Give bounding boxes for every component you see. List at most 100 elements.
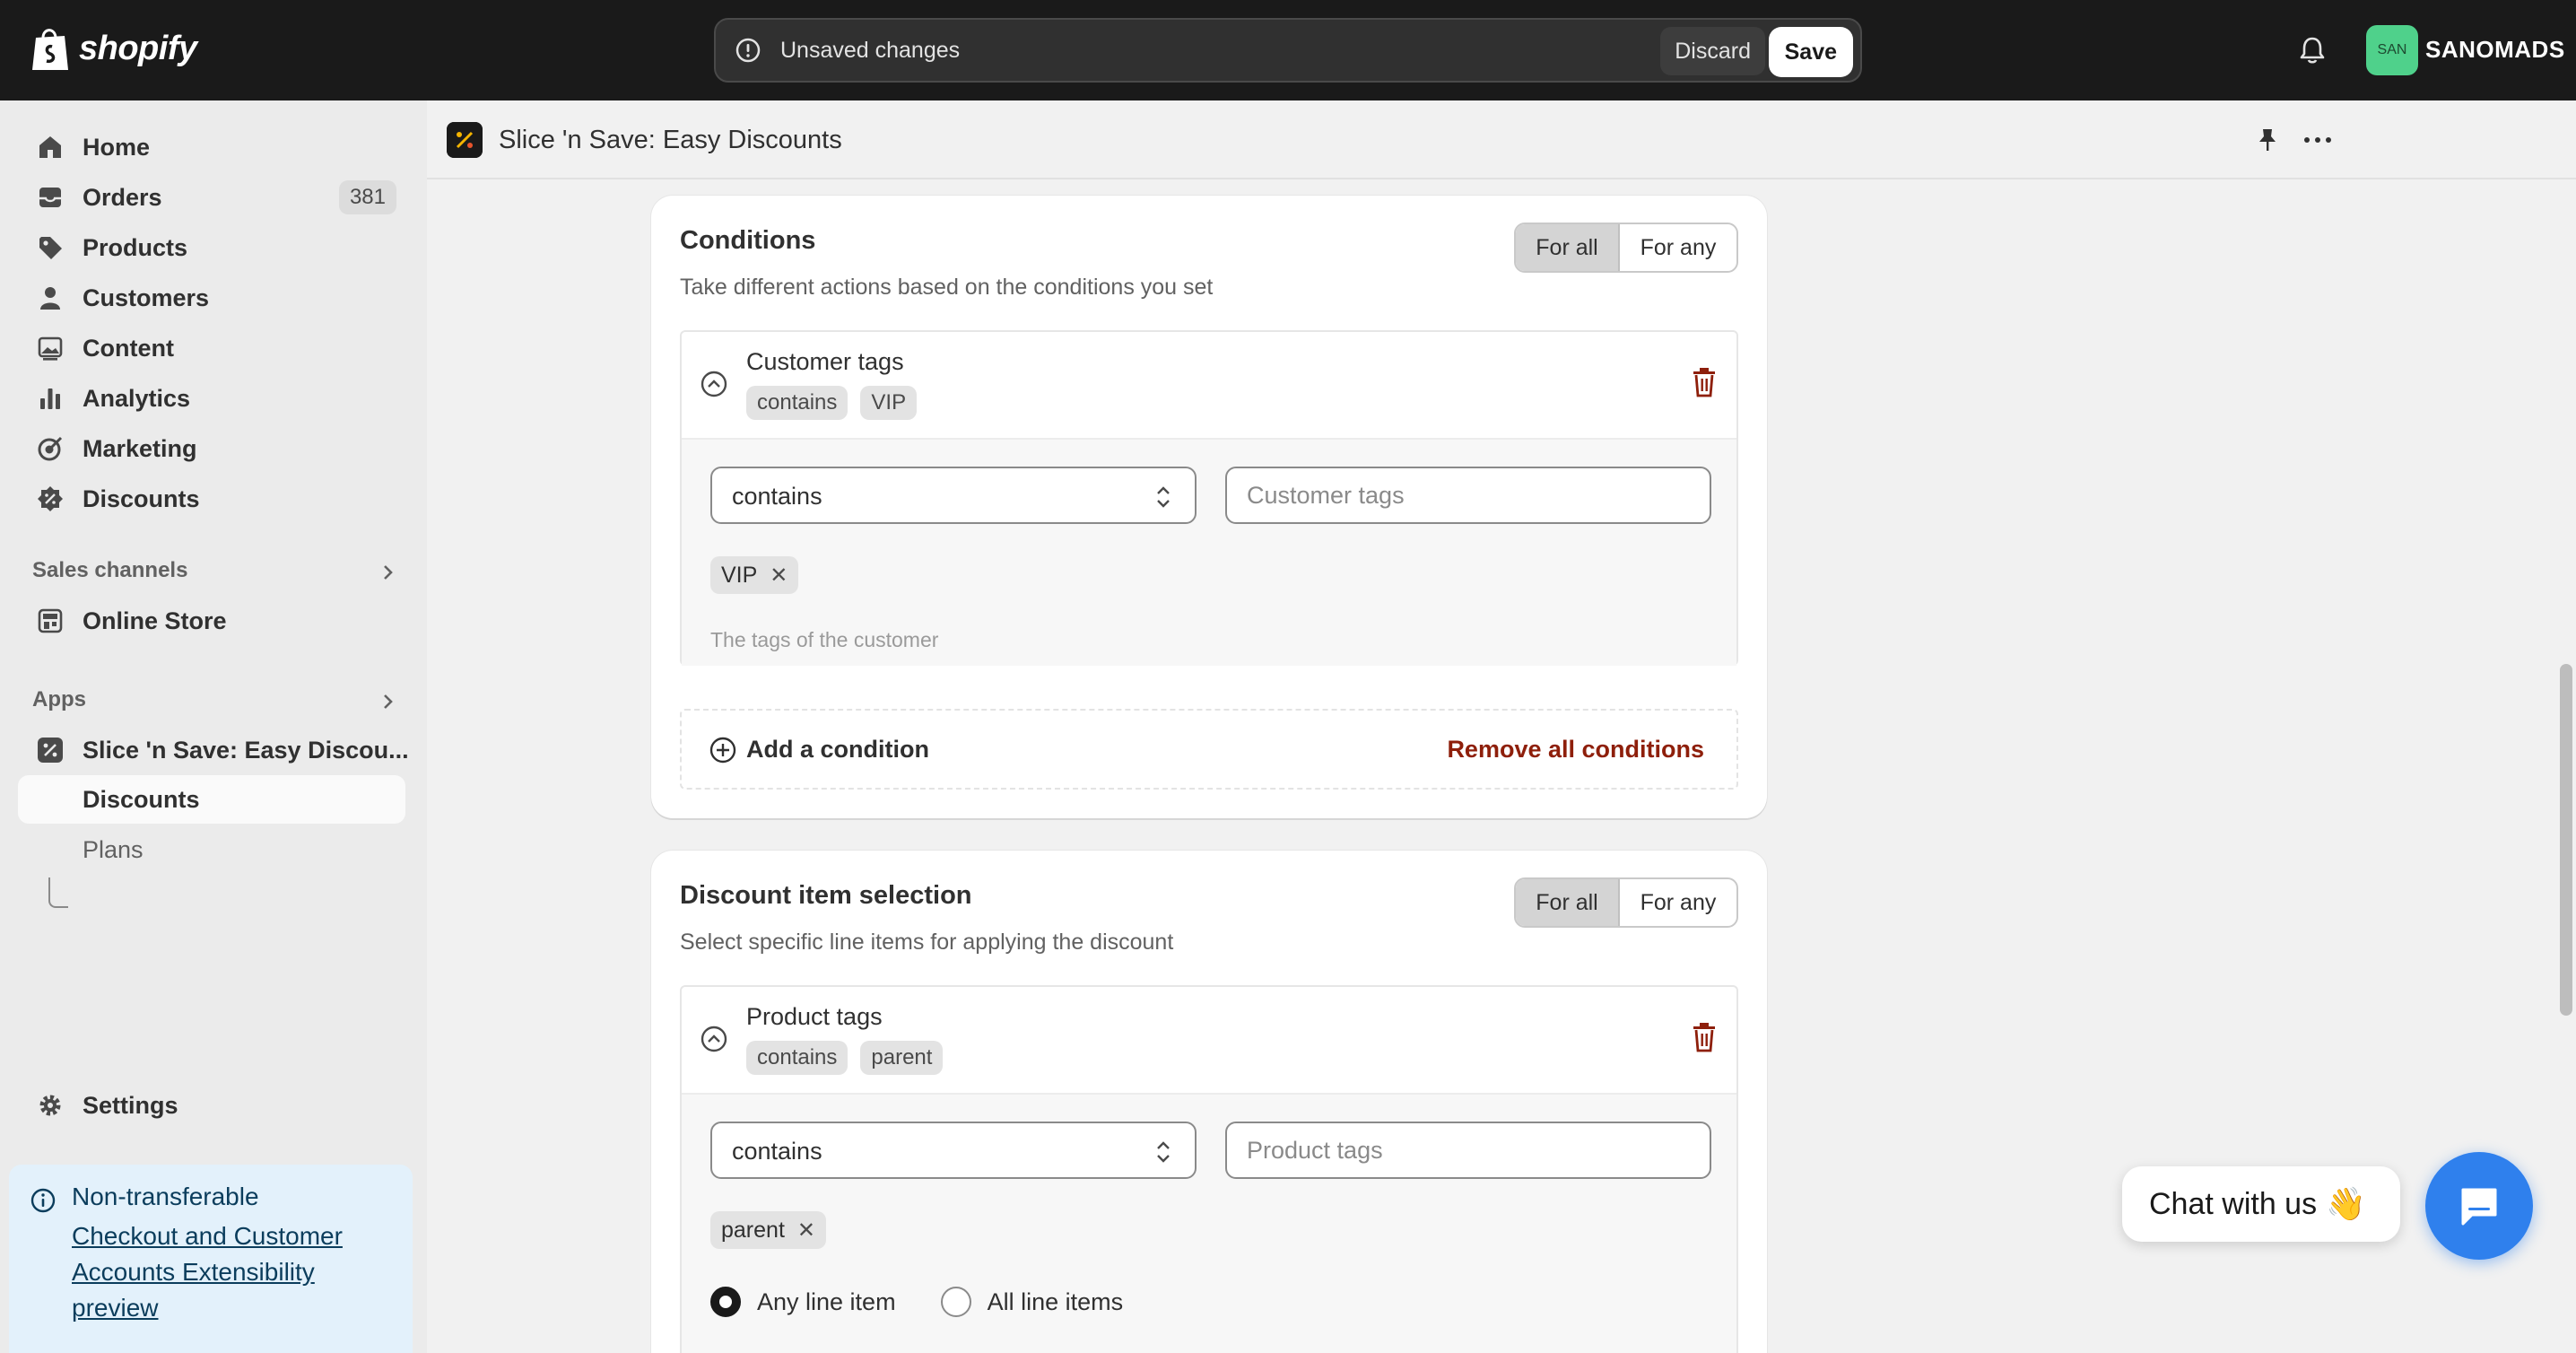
sidebar-item-label: Orders: [83, 183, 162, 211]
sidebar-item-app[interactable]: Slice 'n Save: Easy Discou...: [18, 727, 409, 773]
shopify-logo[interactable]: shopify: [30, 25, 197, 72]
chevron-up-circle-icon[interactable]: [700, 370, 728, 398]
operator-select[interactable]: contains: [710, 467, 1197, 524]
discard-button[interactable]: Discard: [1660, 27, 1765, 75]
alert-circle-icon: [735, 38, 761, 63]
product-tags-input[interactable]: [1225, 1122, 1711, 1179]
pin-icon[interactable]: [2253, 126, 2282, 154]
sidebar-item-label: Marketing: [83, 434, 197, 462]
shopify-bag-icon: [32, 29, 68, 70]
sidebar-item-label: Analytics: [83, 384, 191, 412]
value-chip: VIP: [860, 386, 918, 420]
trash-icon[interactable]: [1690, 1021, 1719, 1053]
trash-icon[interactable]: [1690, 366, 1719, 398]
sidebar-item-analytics[interactable]: Analytics: [18, 375, 405, 422]
condition-customer-tags: Customer tags contains VIP contains VIP …: [680, 330, 1738, 666]
condition-product-tags: Product tags contains parent contains pa…: [680, 985, 1738, 1353]
remove-tag-icon[interactable]: ✕: [770, 563, 788, 589]
chat-with-us-bubble[interactable]: Chat with us 👋: [2122, 1166, 2400, 1242]
chevron-right-icon[interactable]: [377, 691, 398, 712]
sidebar-item-content[interactable]: Content: [18, 325, 405, 371]
card-subtitle: Take different actions based on the cond…: [680, 275, 1214, 300]
gear-icon: [39, 1095, 61, 1116]
target-icon: [38, 436, 63, 461]
radio-label[interactable]: Any line item: [757, 1288, 896, 1316]
save-button[interactable]: Save: [1768, 27, 1853, 77]
store-avatar[interactable]: SAN: [2366, 25, 2418, 75]
notification-bell-icon[interactable]: [2296, 34, 2328, 66]
radio-label[interactable]: All line items: [988, 1288, 1124, 1316]
select-arrows-icon: [1157, 1141, 1170, 1163]
app-icon: [38, 738, 63, 763]
preview-banner: Non-transferable Checkout and Customer A…: [9, 1165, 413, 1353]
info-icon: [30, 1188, 56, 1213]
sidebar-item-label: Content: [83, 334, 174, 362]
banner-link[interactable]: Checkout and Customer Accounts Extensibi…: [72, 1218, 395, 1326]
sidebar-item-discounts[interactable]: Discounts: [18, 476, 405, 522]
conditions-card: Conditions Take different actions based …: [651, 196, 1767, 818]
remove-tag-icon[interactable]: ✕: [797, 1218, 815, 1244]
any-line-item-radio[interactable]: [710, 1287, 741, 1317]
chat-icon: [2461, 1188, 2497, 1226]
app-title: Slice 'n Save: Easy Discounts: [499, 126, 842, 154]
brand-name: shopify: [79, 29, 197, 67]
tree-connector: [48, 877, 68, 908]
operator-select-value: contains: [732, 1138, 822, 1165]
condition-summary-chips: contains VIP: [746, 386, 918, 420]
sidebar-subitem-discounts[interactable]: Discounts: [18, 775, 405, 824]
sidebar-item-online-store[interactable]: Online Store: [18, 598, 405, 644]
for-any-option[interactable]: For any: [1620, 224, 1736, 271]
more-horizontal-icon[interactable]: [2302, 126, 2334, 154]
chevron-right-icon[interactable]: [377, 562, 398, 583]
sidebar-subitem-plans[interactable]: Plans: [18, 825, 405, 874]
sidebar-item-settings[interactable]: Settings: [18, 1082, 405, 1129]
for-any-option[interactable]: For any: [1620, 879, 1736, 926]
banner-title: Non-transferable: [72, 1183, 259, 1210]
sidebar-item-customers[interactable]: Customers: [18, 275, 405, 321]
sidebar-item-home[interactable]: Home: [18, 124, 405, 170]
condition-body: contains parent ✕ Any line item All line…: [682, 1093, 1736, 1353]
home-icon: [39, 136, 61, 158]
sidebar-item-label: Products: [83, 233, 188, 261]
value-chip: parent: [860, 1041, 944, 1075]
sidebar-item-marketing[interactable]: Marketing: [18, 425, 405, 472]
operator-select-value: contains: [732, 483, 822, 510]
tag-label: VIP: [721, 562, 758, 588]
card-subtitle: Select specific line items for applying …: [680, 930, 1174, 955]
operator-select[interactable]: contains: [710, 1122, 1197, 1179]
bar-chart-icon: [40, 388, 60, 409]
card-title: Discount item selection: [680, 881, 972, 910]
operator-chip: contains: [746, 1041, 849, 1075]
chat-label: Chat with us: [2149, 1186, 2318, 1221]
sidebar-item-label: Plans: [83, 836, 144, 863]
sales-channels-heading[interactable]: Sales channels: [32, 558, 187, 583]
sidebar-item-label: Discounts: [83, 786, 200, 813]
add-condition-button[interactable]: Add a condition: [746, 736, 929, 764]
store-name[interactable]: SANOMADS: [2425, 36, 2565, 64]
line-item-radio-group: Any line item All line items: [710, 1287, 1168, 1317]
store-icon: [38, 608, 63, 633]
condition-header[interactable]: Customer tags contains VIP: [682, 332, 1736, 438]
sidebar-item-label: Settings: [83, 1091, 178, 1119]
for-all-option[interactable]: For all: [1516, 879, 1620, 926]
customer-tags-input[interactable]: [1225, 467, 1711, 524]
for-all-option[interactable]: For all: [1516, 224, 1620, 271]
app-header: Slice 'n Save: Easy Discounts: [427, 100, 2576, 179]
remove-all-conditions-button[interactable]: Remove all conditions: [1447, 736, 1704, 764]
orders-count-badge: 381: [338, 180, 396, 214]
condition-header[interactable]: Product tags contains parent: [682, 987, 1736, 1093]
chat-launcher-button[interactable]: [2425, 1152, 2533, 1260]
sidebar-item-label: Customers: [83, 284, 210, 311]
waving-hand-icon: 👋: [2326, 1185, 2366, 1222]
page-scrollbar[interactable]: [2560, 664, 2572, 1016]
condition-name: Product tags: [746, 1003, 883, 1030]
apps-heading[interactable]: Apps: [32, 687, 86, 712]
select-arrows-icon: [1157, 486, 1170, 508]
sidebar-item-products[interactable]: Products: [18, 224, 405, 271]
all-line-items-radio[interactable]: [940, 1287, 971, 1317]
discount-item-selection-card: Discount item selection Select specific …: [651, 851, 1767, 1353]
chevron-up-circle-icon[interactable]: [700, 1025, 728, 1053]
plus-circle-icon[interactable]: [709, 736, 737, 764]
sidebar-item-orders[interactable]: Orders 381: [18, 174, 405, 221]
orders-icon: [39, 188, 61, 207]
